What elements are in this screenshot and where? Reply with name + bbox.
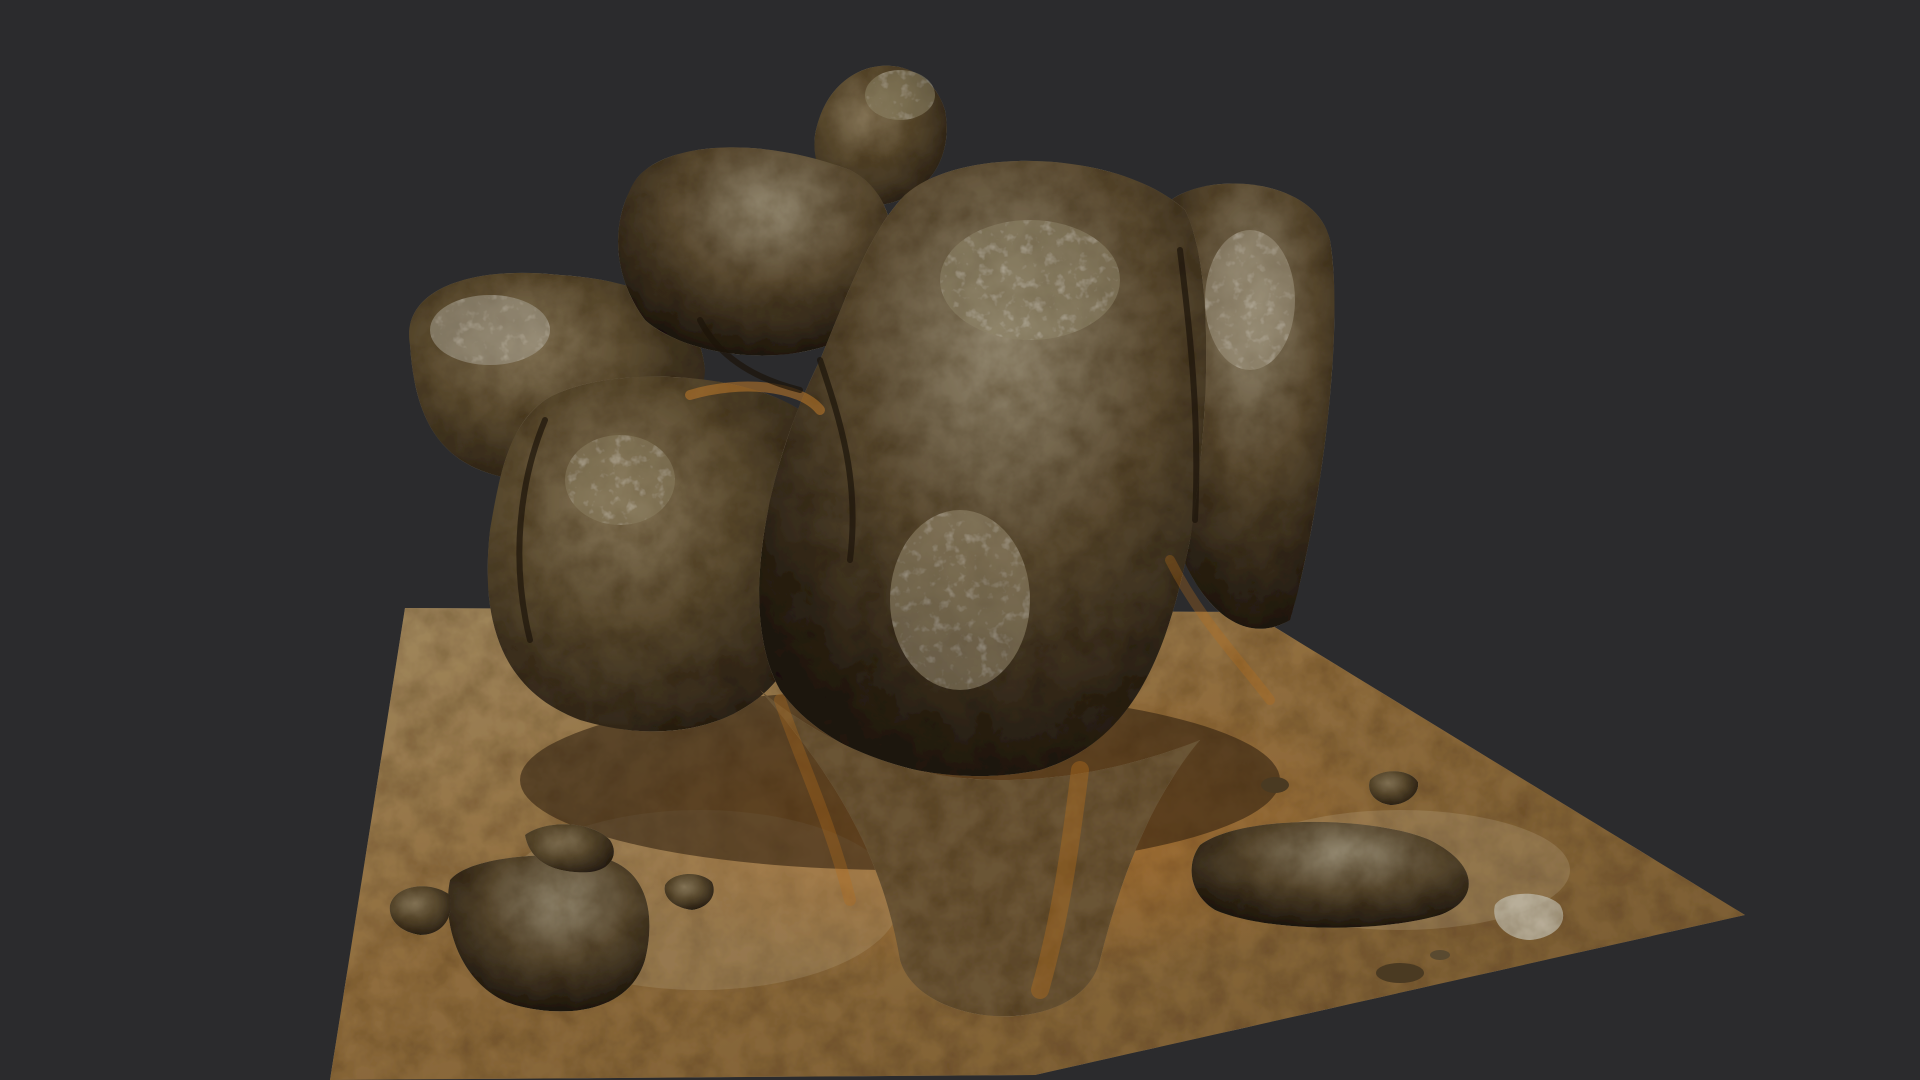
3d-viewport[interactable] — [0, 0, 1920, 1080]
rock-scene — [330, 65, 1745, 1080]
